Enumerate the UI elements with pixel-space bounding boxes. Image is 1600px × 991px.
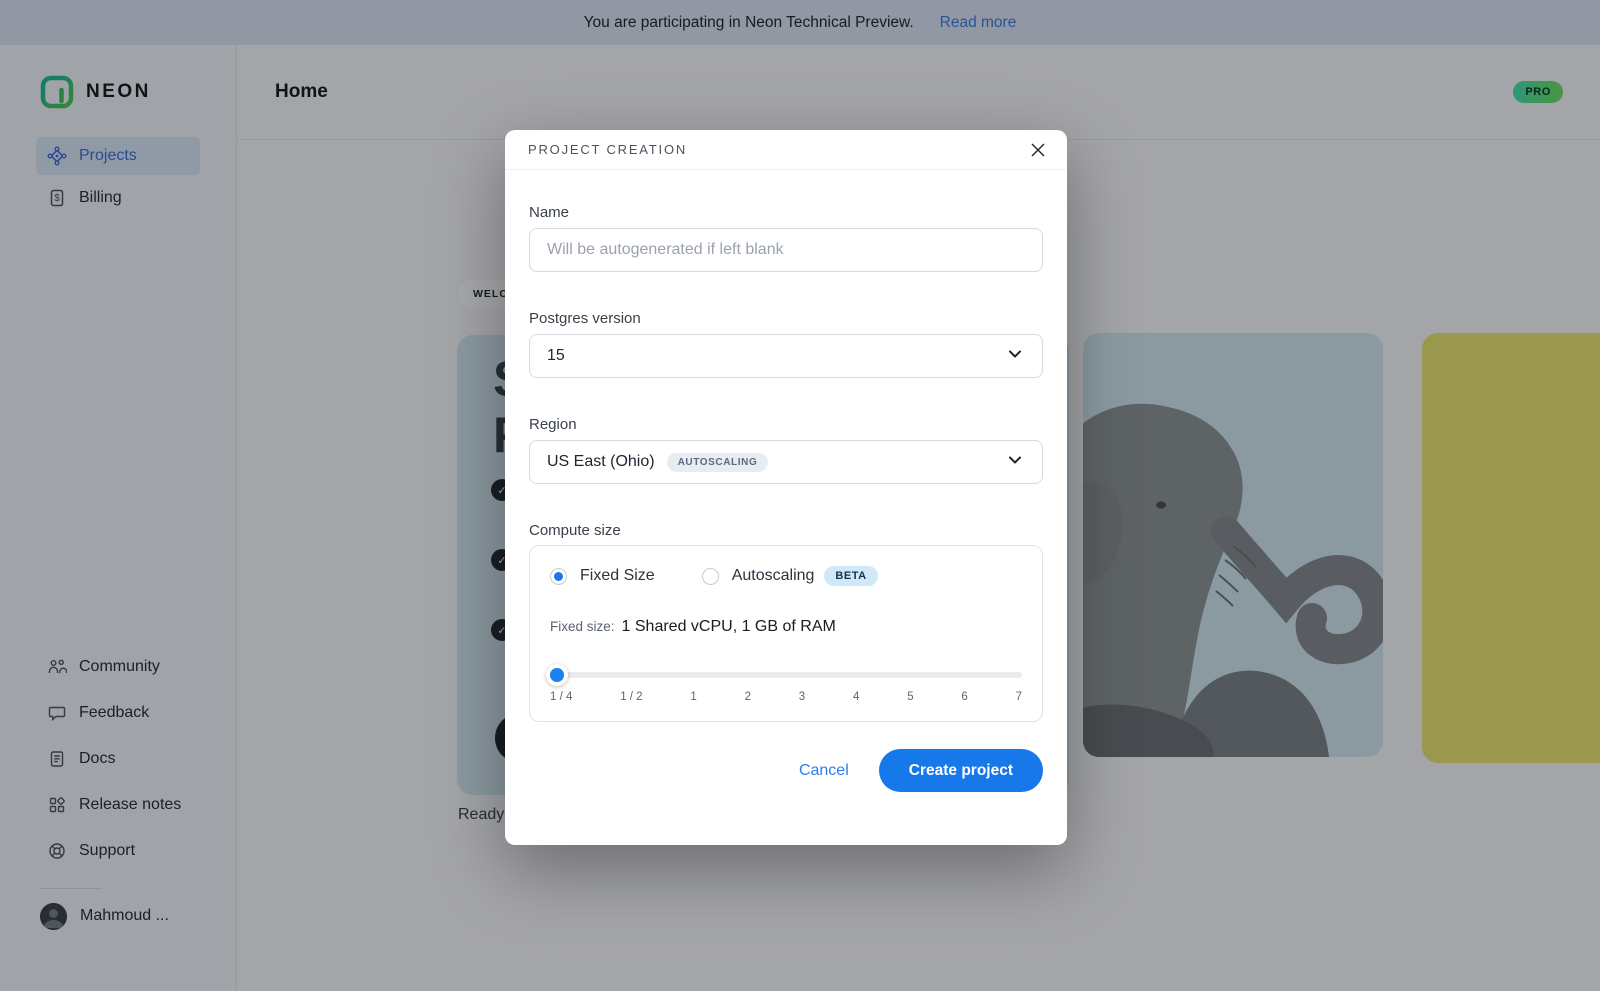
compute-size-box: Fixed Size Autoscaling BETA Fixed size: … bbox=[529, 545, 1043, 722]
modal-footer: Cancel Create project bbox=[529, 749, 1043, 792]
cancel-button[interactable]: Cancel bbox=[799, 762, 849, 780]
postgres-version-label: Postgres version bbox=[529, 310, 1043, 327]
region-label: Region bbox=[529, 416, 1043, 433]
radio-selected-icon bbox=[550, 568, 567, 585]
tick-label: 5 bbox=[907, 691, 913, 703]
close-icon[interactable] bbox=[1027, 139, 1049, 161]
fixed-size-summary: Fixed size: 1 Shared vCPU, 1 GB of RAM bbox=[550, 618, 1022, 636]
tick-label: 7 bbox=[1016, 691, 1022, 703]
name-label: Name bbox=[529, 204, 1043, 221]
beta-badge: BETA bbox=[824, 566, 877, 586]
compute-size-slider[interactable] bbox=[550, 666, 1022, 684]
tick-label: 2 bbox=[745, 691, 751, 703]
radio-label: Autoscaling bbox=[732, 567, 815, 585]
tick-label: 1 / 4 bbox=[550, 691, 572, 703]
fixed-size-radio[interactable]: Fixed Size bbox=[550, 567, 655, 585]
tick-label: 6 bbox=[961, 691, 967, 703]
tick-label: 1 / 2 bbox=[620, 691, 642, 703]
chevron-down-icon bbox=[1007, 346, 1023, 367]
project-name-input[interactable] bbox=[529, 228, 1043, 272]
postgres-version-value: 15 bbox=[547, 347, 565, 365]
compute-size-label: Compute size bbox=[529, 522, 1043, 539]
postgres-version-select[interactable]: 15 bbox=[529, 334, 1043, 378]
project-creation-modal: PROJECT CREATION Name Postgres version 1… bbox=[505, 130, 1067, 845]
tick-label: 3 bbox=[799, 691, 805, 703]
tick-label: 1 bbox=[690, 691, 696, 703]
create-project-button[interactable]: Create project bbox=[879, 749, 1043, 792]
fixed-size-value: 1 Shared vCPU, 1 GB of RAM bbox=[622, 618, 836, 636]
region-value: US East (Ohio) bbox=[547, 453, 655, 471]
compute-mode-options: Fixed Size Autoscaling BETA bbox=[550, 566, 1022, 586]
radio-label: Fixed Size bbox=[580, 567, 655, 585]
radio-unselected-icon bbox=[702, 568, 719, 585]
autoscaling-radio[interactable]: Autoscaling BETA bbox=[702, 566, 878, 586]
modal-title: PROJECT CREATION bbox=[528, 142, 687, 157]
modal-body: Name Postgres version 15 Region US East … bbox=[505, 204, 1067, 792]
app-screen: You are participating in Neon Technical … bbox=[0, 0, 1600, 991]
region-select[interactable]: US East (Ohio) AUTOSCALING bbox=[529, 440, 1043, 484]
tick-label: 4 bbox=[853, 691, 859, 703]
autoscaling-badge: AUTOSCALING bbox=[667, 453, 769, 472]
chevron-down-icon bbox=[1007, 452, 1023, 473]
modal-header: PROJECT CREATION bbox=[505, 130, 1067, 170]
slider-tick-labels: 1 / 4 1 / 2 1 2 3 4 5 6 7 bbox=[550, 691, 1022, 703]
slider-track[interactable] bbox=[550, 672, 1022, 678]
slider-thumb[interactable] bbox=[546, 664, 568, 686]
fixed-size-label: Fixed size: bbox=[550, 619, 615, 634]
